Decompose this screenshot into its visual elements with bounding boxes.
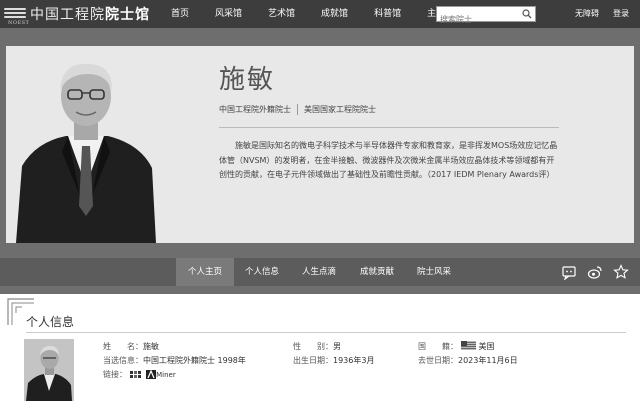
- section-divider: [26, 332, 626, 333]
- info-gender: 性 别：男: [293, 342, 341, 351]
- tab-style[interactable]: 院士风采: [406, 258, 462, 286]
- info-birth: 出生日期：1936年3月: [293, 356, 375, 365]
- login-link[interactable]: 登录: [613, 0, 629, 28]
- wechat-icon[interactable]: [561, 264, 577, 280]
- tab-personal-info[interactable]: 个人信息: [234, 258, 290, 286]
- info-death: 去世日期：2023年11月6日: [418, 356, 518, 365]
- portrait-image: [16, 63, 156, 243]
- info-name: 姓 名：施敏: [103, 342, 159, 351]
- info-links: 链接： Miner: [103, 370, 176, 379]
- accessibility-link[interactable]: 无障碍: [575, 0, 599, 28]
- personal-info-section: 个人信息 姓 名：施敏 性 别：男 国 籍： 美国 当选信息：中国工程院外籍院士…: [0, 294, 640, 411]
- tab-life[interactable]: 人生点滴: [290, 258, 348, 286]
- profile-tab-bar: 个人主页 个人信息 人生点滴 成就贡献 院士风采: [0, 258, 640, 286]
- aminer-link[interactable]: Miner: [156, 371, 176, 379]
- site-logo[interactable]: 中国工程院院士馆 NOEST: [4, 3, 150, 26]
- nav-science[interactable]: 科普馆: [361, 0, 414, 28]
- info-elected: 当选信息：中国工程院外籍院士 1998年: [103, 356, 246, 365]
- nav-art[interactable]: 艺术馆: [255, 0, 308, 28]
- nav-gallery[interactable]: 风采馆: [202, 0, 255, 28]
- search-icon[interactable]: [522, 9, 532, 19]
- logo-title: 中国工程院院士馆: [30, 7, 150, 23]
- search-box: [436, 6, 536, 27]
- main-nav: 首页 风采馆 艺术馆 成就馆 科普馆 主题展: [158, 0, 467, 28]
- cnki-logo-icon[interactable]: [129, 370, 144, 379]
- search-input[interactable]: [437, 12, 519, 27]
- section-title: 个人信息: [26, 315, 75, 329]
- tag-divider: [297, 104, 298, 115]
- profile-name: 施敏: [219, 65, 276, 95]
- weibo-icon[interactable]: [587, 264, 603, 280]
- info-nationality: 国 籍： 美国: [418, 341, 495, 351]
- profile-hero: 施敏 中国工程院外籍院士 美国国家工程院院士 施敏是国际知名的微电子科学技术与半…: [6, 46, 634, 243]
- tab-home[interactable]: 个人主页: [176, 258, 234, 286]
- aminer-logo-icon[interactable]: [146, 370, 157, 379]
- nav-home[interactable]: 首页: [158, 0, 202, 28]
- nav-achievement[interactable]: 成就馆: [308, 0, 361, 28]
- profile-bio: 施敏是国际知名的微电子科学技术与半导体器件专家和教育家，是非挥发MOS场效应记忆…: [219, 141, 558, 179]
- avatar: [24, 339, 74, 401]
- top-nav-bar: 中国工程院院士馆 NOEST 首页 风采馆 艺术馆 成就馆 科普馆 主题展 无障…: [0, 0, 640, 28]
- tag-cae-foreign: 中国工程院外籍院士: [219, 105, 291, 114]
- tag-nae: 美国国家工程院院士: [304, 105, 376, 114]
- star-icon[interactable]: [613, 264, 629, 280]
- tab-contribution[interactable]: 成就贡献: [348, 258, 406, 286]
- logo-waves-icon: [4, 7, 26, 21]
- hero-divider: [219, 127, 559, 128]
- logo-abbr: NOEST: [8, 20, 30, 26]
- profile-tags: 中国工程院外籍院士 美国国家工程院院士: [219, 104, 376, 115]
- us-flag-icon: [460, 341, 476, 350]
